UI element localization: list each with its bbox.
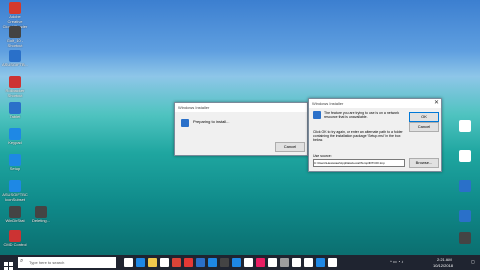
desktop-icon[interactable]: Adobe Creative Cloud Reader bbox=[2, 2, 28, 29]
app-icon bbox=[9, 230, 21, 242]
use-source-label: Use source: bbox=[313, 154, 332, 158]
app-icon bbox=[9, 26, 21, 38]
taskbar-search[interactable]: ⌕ Type here to search bbox=[18, 257, 116, 268]
dialog-title: Windows Installer bbox=[175, 103, 307, 112]
chrome-icon[interactable] bbox=[172, 258, 181, 267]
error-message: The feature you are trying to use is on … bbox=[324, 111, 400, 119]
installer-icon bbox=[313, 111, 321, 119]
desktop-icon[interactable]: ASUSGIFTBC IconSubset bbox=[2, 180, 28, 202]
desktop-icon[interactable]: Golf_10 - Shortcut bbox=[2, 26, 28, 48]
ok-button[interactable]: OK bbox=[409, 112, 439, 122]
notification-icon[interactable]: ▢ bbox=[471, 259, 475, 264]
progress-message: Preparing to install... bbox=[193, 119, 230, 124]
app-icon[interactable] bbox=[256, 258, 265, 267]
app-icon bbox=[9, 128, 21, 140]
app-icon bbox=[459, 120, 471, 132]
app-icon[interactable] bbox=[196, 258, 205, 267]
app-icon bbox=[9, 102, 21, 114]
desktop-icon-right[interactable] bbox=[452, 210, 478, 222]
taskbar-date[interactable]: 10/12/2018 bbox=[433, 263, 453, 268]
installer-progress-dialog: Windows Installer Preparing to install..… bbox=[174, 102, 308, 156]
desktop-icon[interactable]: WinDirStat bbox=[2, 206, 28, 223]
app-icon[interactable] bbox=[232, 258, 241, 267]
desktop-icon-right[interactable] bbox=[452, 180, 478, 192]
desktop-icon-right[interactable] bbox=[452, 150, 478, 162]
instructions-text: Click OK to try again, or enter an alter… bbox=[313, 130, 403, 142]
app-icon bbox=[9, 76, 21, 88]
app-icon bbox=[9, 206, 21, 218]
app-icon[interactable] bbox=[292, 258, 301, 267]
desktop-icon-right[interactable] bbox=[452, 120, 478, 132]
store-icon[interactable] bbox=[160, 258, 169, 267]
desktop-icon[interactable]: CMD Control bbox=[2, 230, 28, 247]
app-icon bbox=[35, 206, 47, 218]
app-icon[interactable] bbox=[244, 258, 253, 267]
file-explorer-icon[interactable] bbox=[148, 258, 157, 267]
app-icon[interactable] bbox=[304, 258, 313, 267]
app-icon bbox=[459, 232, 471, 244]
app-icon[interactable] bbox=[280, 258, 289, 267]
app-icon bbox=[459, 150, 471, 162]
edge-icon[interactable] bbox=[136, 258, 145, 267]
app-icon bbox=[9, 180, 21, 192]
close-icon[interactable]: ✕ bbox=[434, 99, 439, 108]
cancel-button[interactable]: Cancel bbox=[275, 142, 305, 152]
desktop-icon-right[interactable] bbox=[452, 232, 478, 244]
app-icon[interactable] bbox=[328, 258, 337, 267]
dialog-title: Windows Installer bbox=[309, 99, 441, 108]
app-icon[interactable] bbox=[184, 258, 193, 267]
app-icon bbox=[9, 2, 21, 14]
desktop-icon[interactable]: Rollbacker Shortcut bbox=[2, 76, 28, 98]
desktop-icon[interactable]: Deleting... bbox=[28, 206, 54, 223]
source-path-input[interactable]: C:\Users\Hewscaw\AppData\Local\Temp\lDTC… bbox=[313, 159, 405, 167]
app-icon[interactable] bbox=[268, 258, 277, 267]
cancel-button[interactable]: Cancel bbox=[409, 122, 439, 132]
desktop-icon[interactable]: Tablet bbox=[2, 102, 28, 119]
tray-icons[interactable]: ^ ▭ ◔ ♪ bbox=[390, 259, 403, 264]
app-icon[interactable] bbox=[220, 258, 229, 267]
app-icon[interactable] bbox=[208, 258, 217, 267]
start-button[interactable] bbox=[4, 258, 13, 271]
app-icon[interactable] bbox=[316, 258, 325, 267]
app-icon bbox=[459, 210, 471, 222]
app-icon bbox=[9, 50, 21, 62]
desktop-icon[interactable]: Keypad bbox=[2, 128, 28, 145]
desktop-icon[interactable]: Setup bbox=[2, 154, 28, 171]
app-icon bbox=[459, 180, 471, 192]
taskbar: ⌕ Type here to search ^ ▭ ◔ ♪ 2:21 AM 10… bbox=[0, 255, 480, 271]
installer-icon bbox=[181, 119, 189, 127]
search-icon: ⌕ bbox=[20, 258, 24, 264]
browse-button[interactable]: Browse... bbox=[409, 158, 439, 168]
task-view-icon[interactable] bbox=[124, 258, 133, 267]
app-icon bbox=[9, 154, 21, 166]
taskbar-time[interactable]: 2:21 AM bbox=[437, 257, 452, 262]
installer-source-dialog: Windows Installer ✕ The feature you are … bbox=[308, 98, 442, 172]
desktop-icon[interactable]: ASUSGIFTB... bbox=[2, 50, 28, 67]
search-placeholder: Type here to search bbox=[29, 260, 65, 265]
